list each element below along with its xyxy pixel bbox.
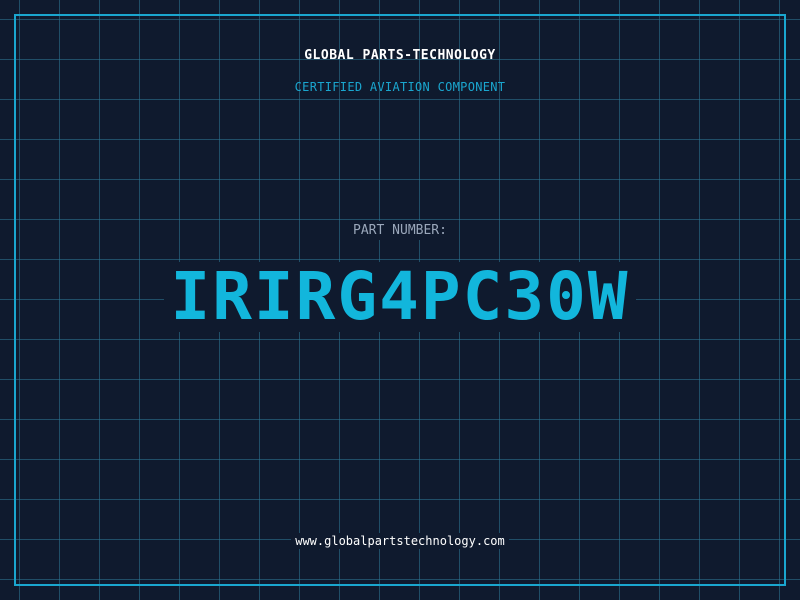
website-url: www.globalpartstechnology.com [291, 533, 509, 549]
company-name: GLOBAL PARTS-TECHNOLOGY [304, 48, 496, 63]
part-number: IRIRG4PC30W [164, 262, 636, 332]
part-card: GLOBAL PARTS-TECHNOLOGY CERTIFIED AVIATI… [0, 0, 800, 600]
tagline: CERTIFIED AVIATION COMPONENT [294, 80, 506, 94]
part-label-row: PART NUMBER: [0, 219, 800, 240]
part-number-label: PART NUMBER: [349, 221, 451, 240]
footer: www.globalpartstechnology.com [0, 530, 800, 549]
part-number-row: IRIRG4PC30W [0, 262, 800, 332]
